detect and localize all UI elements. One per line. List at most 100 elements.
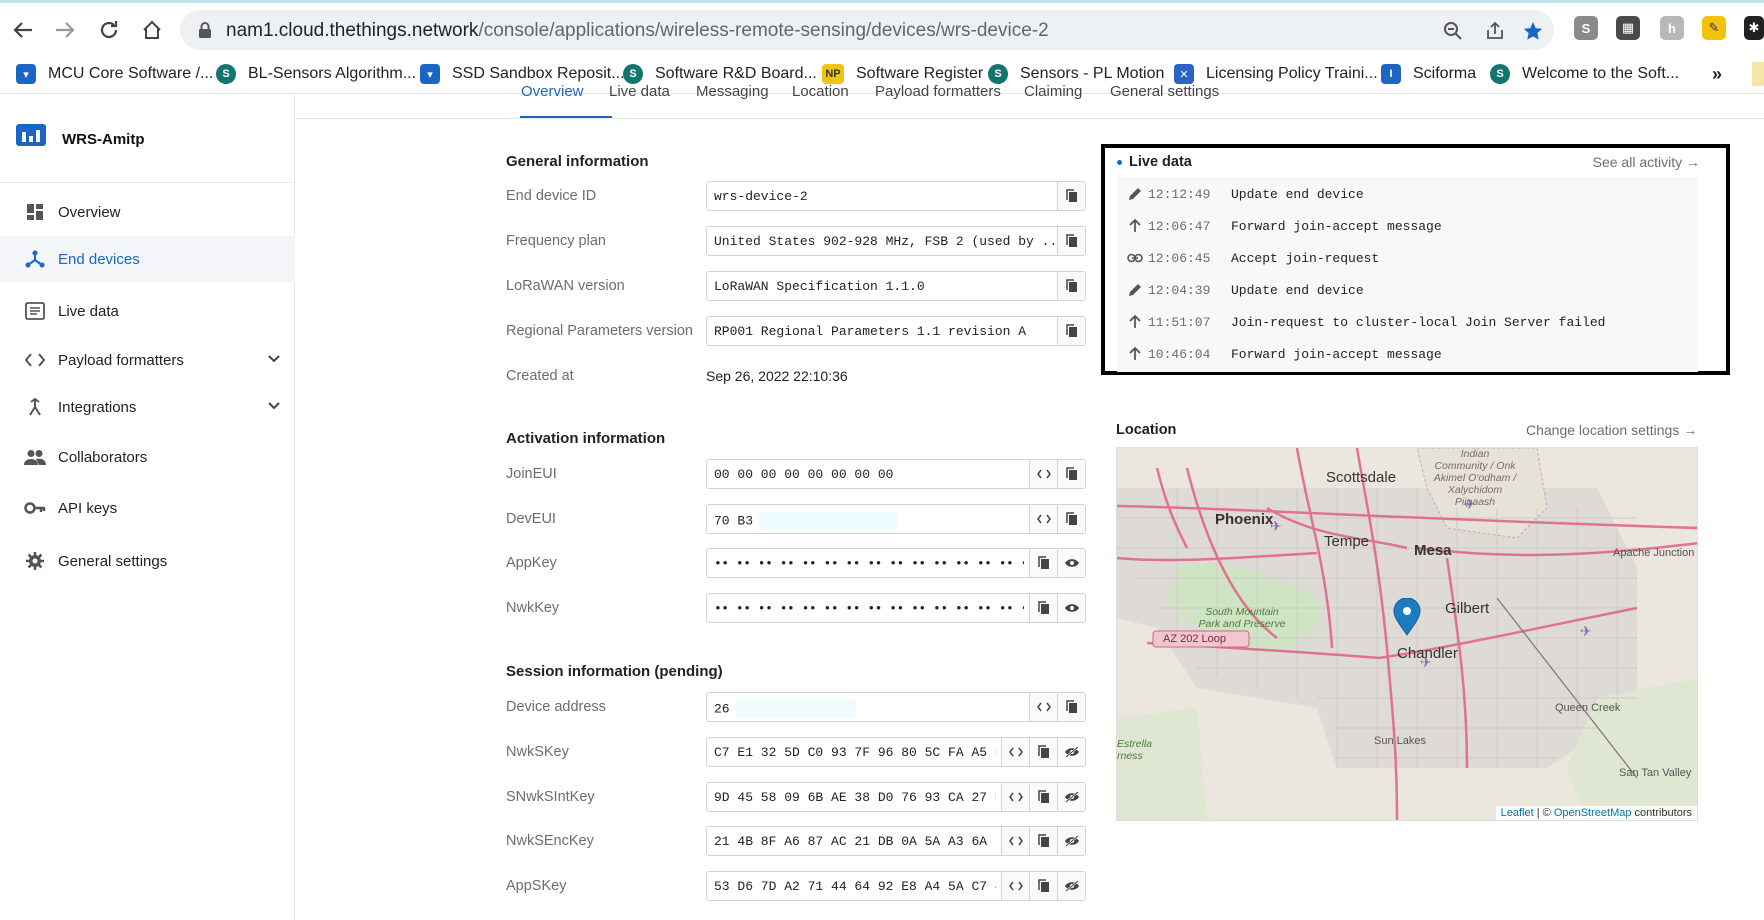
bookmark-item[interactable]: S Welcome to the Soft... xyxy=(1490,62,1679,86)
code-toggle-icon[interactable] xyxy=(1029,693,1057,721)
map-label: South Mountain Park and Preserve xyxy=(1198,606,1286,631)
live-event-row[interactable]: 12:06:45 Accept join-request xyxy=(1117,243,1698,275)
copy-icon[interactable] xyxy=(1029,783,1057,811)
app-header[interactable]: WRS-Amitp xyxy=(0,95,295,183)
bookmark-item[interactable]: S Sensors - PL Motion xyxy=(988,62,1164,86)
code-toggle-icon[interactable] xyxy=(1001,738,1029,766)
extension-pencil-icon[interactable]: ✎ xyxy=(1702,16,1726,40)
live-indicator-icon xyxy=(1117,159,1122,165)
frequency-plan-field: United States 902-928 MHz, FSB 2 (used b… xyxy=(706,226,1086,256)
snwksintkey-field: 9D 45 58 09 6B AE 38 D0 76 93 CA 27 B2 8… xyxy=(706,782,1086,812)
bookmark-item[interactable]: I Sciforma xyxy=(1381,62,1476,86)
event-message: Join-request to cluster-local Join Serve… xyxy=(1231,315,1606,330)
code-toggle-icon[interactable] xyxy=(1029,505,1057,533)
sidebar-item-label: Overview xyxy=(58,203,121,221)
tab-payload-formatters[interactable]: Payload formatters xyxy=(875,85,1001,100)
frequency-plan-value: United States 902-928 MHz, FSB 2 (used b… xyxy=(714,234,1054,249)
code-toggle-icon[interactable] xyxy=(1001,872,1029,900)
svg-text:✈: ✈ xyxy=(1580,624,1592,640)
more-bookmarks-button[interactable]: » xyxy=(1712,62,1722,86)
copy-icon[interactable] xyxy=(1029,594,1057,622)
live-event-row[interactable]: 12:06:47 Forward join-accept message xyxy=(1117,211,1698,243)
tab-location[interactable]: Location xyxy=(792,85,849,100)
copy-icon[interactable] xyxy=(1057,227,1085,255)
bookmark-item[interactable]: S BL-Sensors Algorithm... xyxy=(216,62,416,86)
copy-icon[interactable] xyxy=(1029,827,1057,855)
copy-icon[interactable] xyxy=(1057,693,1085,721)
bookmark-item[interactable]: NP Software Register xyxy=(822,62,983,86)
eye-off-icon[interactable] xyxy=(1057,872,1085,900)
sidebar-item-live-data[interactable]: Live data xyxy=(0,288,295,334)
live-event-row[interactable]: 12:12:49 Update end device xyxy=(1117,179,1698,211)
bookmark-sharepoint-icon: S xyxy=(988,64,1008,84)
dashboard-icon xyxy=(24,201,46,223)
device-address-label: Device address xyxy=(506,699,606,715)
map-label: Apache Junction xyxy=(1613,547,1695,559)
copy-icon[interactable] xyxy=(1029,549,1057,577)
bookmark-item[interactable]: S Software R&D Board... xyxy=(623,62,817,86)
sidebar-item-payload-formatters[interactable]: Payload formatters xyxy=(0,337,295,383)
live-event-row[interactable]: 10:46:04 Forward join-accept message xyxy=(1117,339,1698,371)
activation-info-title: Activation information xyxy=(506,430,666,447)
nwkskey-value: C7 E1 32 5D C0 93 7F 96 80 5C FA A5 D3 A… xyxy=(714,745,996,760)
share-icon[interactable] xyxy=(1482,18,1508,44)
sidebar-item-general-settings[interactable]: General settings xyxy=(0,538,295,584)
copy-icon[interactable] xyxy=(1057,272,1085,300)
zoom-icon[interactable] xyxy=(1440,18,1466,44)
map-label: Chandler xyxy=(1397,645,1458,662)
chevron-down-icon[interactable] xyxy=(267,398,281,416)
code-toggle-icon[interactable] xyxy=(1001,783,1029,811)
change-location-settings-link[interactable]: Change location settings → xyxy=(1526,422,1697,438)
sidebar-item-api-keys[interactable]: API keys xyxy=(0,485,295,531)
url-text: nam1.cloud.thethings.network/console/app… xyxy=(226,20,1049,41)
tab-messaging[interactable]: Messaging xyxy=(696,85,769,100)
extension-h-icon[interactable]: h xyxy=(1660,16,1684,40)
eye-off-icon[interactable] xyxy=(1057,783,1085,811)
copy-icon[interactable] xyxy=(1057,317,1085,345)
star-icon[interactable] xyxy=(1520,18,1546,44)
leaflet-link[interactable]: Leaflet xyxy=(1501,807,1534,819)
live-event-row[interactable]: 12:04:39 Update end device xyxy=(1117,275,1698,307)
eye-off-icon[interactable] xyxy=(1057,738,1085,766)
location-map[interactable]: ✈ ✈ ✈ ✈ Scottsdale Phoenix Tempe Mesa Gi… xyxy=(1116,447,1698,821)
eye-icon[interactable] xyxy=(1057,549,1085,577)
forward-arrow-icon[interactable] xyxy=(50,15,80,45)
sidebar-item-overview[interactable]: Overview xyxy=(0,189,295,235)
live-event-row[interactable]: 11:51:07 Join-request to cluster-local J… xyxy=(1117,307,1698,339)
code-toggle-icon[interactable] xyxy=(1029,460,1057,488)
created-at-value: Sep 26, 2022 22:10:36 xyxy=(706,368,848,384)
sidebar-item-end-devices[interactable]: End devices xyxy=(0,236,295,282)
sidebar-item-collaborators[interactable]: Collaborators xyxy=(0,434,295,480)
tab-claiming[interactable]: Claiming xyxy=(1024,85,1082,100)
see-all-activity-link[interactable]: See all activity → xyxy=(1593,154,1700,170)
eye-icon[interactable] xyxy=(1057,594,1085,622)
bookmark-nxp-icon: NP xyxy=(822,64,844,84)
chevron-down-icon[interactable] xyxy=(267,351,281,369)
copy-icon[interactable] xyxy=(1057,460,1085,488)
code-toggle-icon[interactable] xyxy=(1001,827,1029,855)
address-bar[interactable]: nam1.cloud.thethings.network/console/app… xyxy=(180,10,1554,50)
eye-off-icon[interactable] xyxy=(1057,827,1085,855)
copy-icon[interactable] xyxy=(1029,738,1057,766)
bookmark-folder-icon[interactable] xyxy=(1752,62,1764,86)
copy-icon[interactable] xyxy=(1057,505,1085,533)
bookmark-item[interactable]: ▾ MCU Core Software /... xyxy=(16,62,213,86)
tab-live-data[interactable]: Live data xyxy=(609,85,670,100)
openstreetmap-link[interactable]: OpenStreetMap xyxy=(1554,807,1632,819)
back-arrow-icon[interactable] xyxy=(8,15,38,45)
extensions-puzzle-icon[interactable]: ✱ xyxy=(1744,16,1764,40)
bookmark-item[interactable]: ✕ Licensing Policy Traini... xyxy=(1174,62,1378,86)
nwksenckey-field: 21 4B 8F A6 87 AC 21 DB 0A 5A A3 6A 79 B… xyxy=(706,826,1086,856)
sidebar-item-integrations[interactable]: Integrations xyxy=(0,384,295,430)
tab-general-settings[interactable]: General settings xyxy=(1110,85,1219,100)
home-icon[interactable] xyxy=(137,15,167,45)
tab-overview[interactable]: Overview xyxy=(521,85,584,100)
reload-icon[interactable] xyxy=(94,15,124,45)
bookmark-item[interactable]: ▾ SSD Sandbox Reposit... xyxy=(420,62,625,86)
copy-icon[interactable] xyxy=(1057,182,1085,210)
copy-icon[interactable] xyxy=(1029,872,1057,900)
device-address-field: 26 xyxy=(706,692,1086,722)
extension-s-icon[interactable]: S xyxy=(1574,16,1598,40)
event-message: Forward join-accept message xyxy=(1231,347,1442,362)
extension-grid-icon[interactable]: ▦ xyxy=(1616,16,1640,40)
